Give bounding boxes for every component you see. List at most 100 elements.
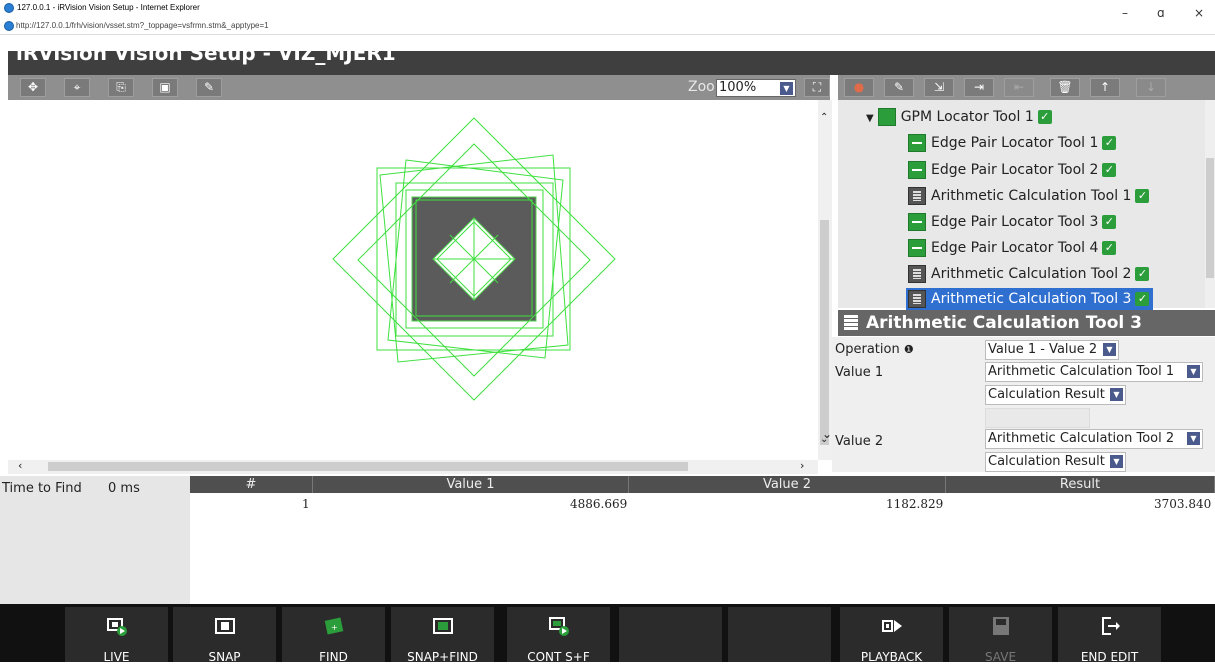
save-image-icon[interactable]: ⎘ [108,78,134,97]
scroll-left-icon[interactable]: ‹ [18,459,22,472]
tree-item-arith-calc-3[interactable]: Arithmetic Calculation Tool 3 ✓ [906,288,1154,310]
zoom-value: 100% [719,80,757,95]
info-icon: ❶ [903,343,914,356]
playback-icon [881,620,902,632]
tree-item-label: Edge Pair Locator Tool 2 [931,162,1099,178]
value1-tool-select[interactable]: Arithmetic Calculation Tool 1 ▼ [985,362,1203,382]
zoom-select[interactable]: 100% ▼ [716,79,796,97]
time-to-find-label: Time to Find [2,481,82,496]
tree-item-label: Arithmetic Calculation Tool 1 [931,188,1132,204]
checkbox-checked-icon[interactable]: ✓ [1135,189,1150,203]
image-horizontal-scrollbar[interactable]: ‹ › [8,459,818,474]
time-to-find-value: 0 ms [108,481,140,496]
value2-tool-select[interactable]: Arithmetic Calculation Tool 2 ▼ [985,429,1203,449]
image-display[interactable] [8,100,818,460]
edit-icon[interactable]: ✎ [884,78,914,97]
draw-icon[interactable]: ✎ [196,78,222,97]
checkbox-checked-icon[interactable]: ✓ [1037,110,1052,124]
row-value1: 4886.669 [570,497,628,511]
move-icon: ⇤ [1004,78,1034,97]
add-icon[interactable]: ● [844,78,874,97]
tree-item-edge-pair-4[interactable]: Edge Pair Locator Tool 4 ✓ [908,237,1117,259]
snap-find-button[interactable]: SNAP+FIND [391,607,494,664]
image-vertical-scrollbar[interactable]: ⌃ ⌄ [818,100,832,460]
snap-icon [214,618,235,634]
scroll-thumb[interactable] [1206,158,1214,278]
calculator-icon [844,315,858,331]
save-button: SAVE [949,607,1052,664]
checkbox-checked-icon[interactable]: ✓ [1102,163,1117,177]
operation-label: Operation ❶ [835,342,914,357]
value2-tool-value: Arithmetic Calculation Tool 2 [988,431,1175,446]
found-result-overlay [332,117,616,401]
operation-select[interactable]: Value 1 - Value 2 ▼ [985,340,1119,360]
save-icon [992,617,1009,635]
column-header-value2: Value 2 [629,476,946,493]
internet-explorer-icon [4,3,14,13]
scroll-thumb[interactable] [48,462,688,471]
expand-triangle-icon[interactable]: ▼ [866,113,874,124]
end-edit-icon [1101,617,1120,635]
image-toolbar: ✥ ⌖ ⎘ ▣ ✎ Zoom 100% ▼ ⛶ [8,75,830,100]
tree-item-arith-calc-2[interactable]: Arithmetic Calculation Tool 2 ✓ [908,263,1150,285]
end-edit-button[interactable]: END EDIT [1058,607,1161,664]
camera-setup-icon[interactable]: ⌖ [64,78,90,97]
window-title-bar: 127.0.0.1 - iRVision Vision Setup - Inte… [0,0,1215,20]
tree-item-edge-pair-1[interactable]: Edge Pair Locator Tool 1 ✓ [908,132,1117,154]
scroll-up-icon[interactable]: ⌃ [820,112,828,123]
tree-item-label: Arithmetic Calculation Tool 2 [931,266,1132,282]
find-icon: + [324,617,343,635]
tree-item-edge-pair-3[interactable]: Edge Pair Locator Tool 3 ✓ [908,211,1117,233]
value1-index-field [985,408,1090,428]
edge-pair-icon [908,213,926,231]
value2-result-value: Calculation Result [988,454,1105,469]
find-button[interactable]: + FIND [282,607,385,664]
tree-item-label: Edge Pair Locator Tool 1 [931,135,1099,151]
checkbox-checked-icon[interactable]: ✓ [1102,136,1117,150]
scroll-thumb[interactable] [820,220,829,445]
tree-scrollbar[interactable] [1205,100,1215,308]
live-button[interactable]: LIVE [65,607,168,664]
tree-item-arith-calc-1[interactable]: Arithmetic Calculation Tool 1 ✓ [908,185,1150,207]
app-title-bar: iRVision Vision Setup - VIZ_MJER1 [8,41,1215,75]
target-icon[interactable]: ✥ [20,78,46,97]
insert-icon[interactable]: ⇥ [964,78,994,97]
address-bar[interactable]: http://127.0.0.1/frh/vision/vsset.stm?_t… [0,18,1215,35]
checkbox-checked-icon[interactable]: ✓ [1102,215,1117,229]
row-result: 3703.840 [1154,497,1212,511]
svg-text:+: + [331,623,338,632]
fit-window-icon[interactable]: ⛶ [804,78,830,97]
row-number: 1 [302,497,310,511]
delete-icon[interactable]: 🗑 [1050,78,1080,97]
empty-function-button-1 [619,607,722,662]
cont-snap-find-button[interactable]: CONT S+F [507,607,610,664]
value1-tool-value: Arithmetic Calculation Tool 1 [988,364,1175,379]
gpm-locator-icon [877,108,896,126]
detail-header: Arithmetic Calculation Tool 3 [838,310,1215,336]
tree-item-label: Edge Pair Locator Tool 4 [931,240,1099,256]
page-icon [4,21,14,31]
tree-item-edge-pair-2[interactable]: Edge Pair Locator Tool 2 ✓ [908,159,1117,181]
chevron-down-icon: ▼ [1110,388,1123,401]
playback-button[interactable]: PLAYBACK [840,607,943,664]
value1-result-select[interactable]: Calculation Result ▼ [985,385,1126,405]
calculator-icon [908,187,926,205]
checkbox-checked-icon[interactable]: ✓ [1135,267,1150,281]
tree-item-label: Arithmetic Calculation Tool 3 [931,291,1132,307]
edge-pair-icon [908,239,926,257]
detail-panel: Operation ❶ Value 1 - Value 2 ▼ Value 1 A… [822,337,1215,472]
value1-label: Value 1 [835,365,884,380]
snap-image-icon[interactable]: ▣ [152,78,178,97]
scroll-down-icon[interactable]: ⌄ [822,427,832,441]
address-url[interactable]: http://127.0.0.1/frh/vision/vsset.stm?_t… [16,21,269,30]
checkbox-checked-icon[interactable]: ✓ [1102,241,1117,255]
tree-root-gpm-locator[interactable]: ▼ GPM Locator Tool 1 ✓ [866,106,1052,128]
snap-button[interactable]: SNAP [173,607,276,664]
scroll-right-icon[interactable]: › [800,459,804,472]
checkbox-checked-icon[interactable]: ✓ [1135,292,1150,306]
value2-result-select[interactable]: Calculation Result ▼ [985,452,1126,472]
insert-child-icon[interactable]: ⇲ [924,78,954,97]
continuous-icon [548,617,569,636]
chevron-down-icon: ▼ [1103,343,1116,356]
up-arrow-icon[interactable]: ↑ [1090,78,1120,97]
